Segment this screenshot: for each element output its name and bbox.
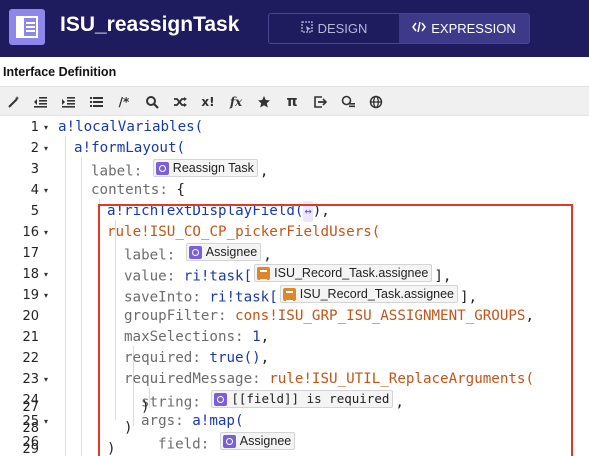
line-number: 29 <box>22 442 39 456</box>
fold-toggle[interactable]: ▾ <box>44 138 48 159</box>
line-number: 17 <box>22 246 39 261</box>
outdent-icon[interactable] <box>32 94 48 110</box>
line-number: 22 <box>22 351 39 366</box>
line-number: 3 <box>30 162 39 177</box>
fold-toggle[interactable]: ▾ <box>44 222 48 243</box>
highlight-annotation-box <box>98 204 573 456</box>
fold-toggle[interactable]: ▾ <box>44 264 48 285</box>
tab-design-label: DESIGN <box>317 21 368 36</box>
code-line: 3 label: Reassign Task, <box>0 159 589 180</box>
code-text: a!localVariables( <box>58 119 204 135</box>
line-number: 19 <box>22 288 39 303</box>
code-icon <box>412 21 427 36</box>
mode-toggle: DESIGN EXPRESSION <box>268 13 530 44</box>
line-number: 16 <box>22 225 39 240</box>
section-title: Interface Definition <box>3 65 117 79</box>
form-layout-icon <box>9 9 45 45</box>
code-text: contents: { <box>91 180 185 201</box>
editor-toolbar: /* x! fx π <box>0 86 589 116</box>
line-number: 2 <box>30 141 39 156</box>
line-number: 1 <box>30 120 39 135</box>
export-icon[interactable] <box>312 94 328 110</box>
search-icon[interactable] <box>144 94 160 110</box>
shuffle-icon[interactable] <box>172 94 188 110</box>
punctuation: , <box>259 163 269 180</box>
code-line: 4 ▾ contents: { <box>0 180 589 201</box>
line-number: 27 <box>22 400 39 415</box>
translation-string-icon <box>155 161 169 175</box>
fold-toggle[interactable]: ▾ <box>44 369 48 390</box>
design-icon <box>300 21 313 36</box>
pi-icon[interactable]: π <box>284 94 300 110</box>
page-title: ISU_reassignTask <box>60 13 240 36</box>
code-text: label: Reassign Task, <box>91 159 268 183</box>
param-name: contents: <box>91 182 177 198</box>
fold-toggle[interactable]: ▾ <box>44 285 48 306</box>
fold-toggle[interactable]: ▾ <box>44 117 48 138</box>
param-name: label: <box>91 163 151 180</box>
code-line: 2 ▾ a!formLayout( <box>0 138 589 159</box>
line-number: 21 <box>22 330 39 345</box>
line-number: 18 <box>22 267 39 282</box>
indent-icon[interactable] <box>60 94 76 110</box>
punctuation: { <box>176 182 185 198</box>
line-number: 4 <box>30 183 39 198</box>
chip-label: Reassign Task <box>172 161 254 175</box>
line-number: 20 <box>22 309 39 324</box>
format-wand-icon[interactable] <box>6 94 22 110</box>
comment-icon[interactable]: /* <box>116 94 132 110</box>
list-icon[interactable] <box>88 94 104 110</box>
tab-design[interactable]: DESIGN <box>269 14 399 43</box>
code-line: 1 ▾ a!localVariables( <box>0 117 589 138</box>
tab-expression-label: EXPRESSION <box>431 21 516 36</box>
test-icon[interactable] <box>340 94 356 110</box>
line-number: 28 <box>22 421 39 436</box>
tab-expression[interactable]: EXPRESSION <box>399 14 529 43</box>
function-icon[interactable]: fx <box>228 94 244 110</box>
app-header: ISU_reassignTask DESIGN EXPRESSION <box>0 0 589 57</box>
variable-icon[interactable]: x! <box>200 94 216 110</box>
star-icon[interactable] <box>256 94 272 110</box>
line-number: 5 <box>30 204 39 219</box>
translation-chip[interactable]: Reassign Task <box>152 159 258 177</box>
globe-icon[interactable] <box>368 94 384 110</box>
line-number: 23 <box>22 372 39 387</box>
code-text: a!formLayout( <box>74 140 186 156</box>
fold-toggle[interactable]: ▾ <box>44 180 48 201</box>
